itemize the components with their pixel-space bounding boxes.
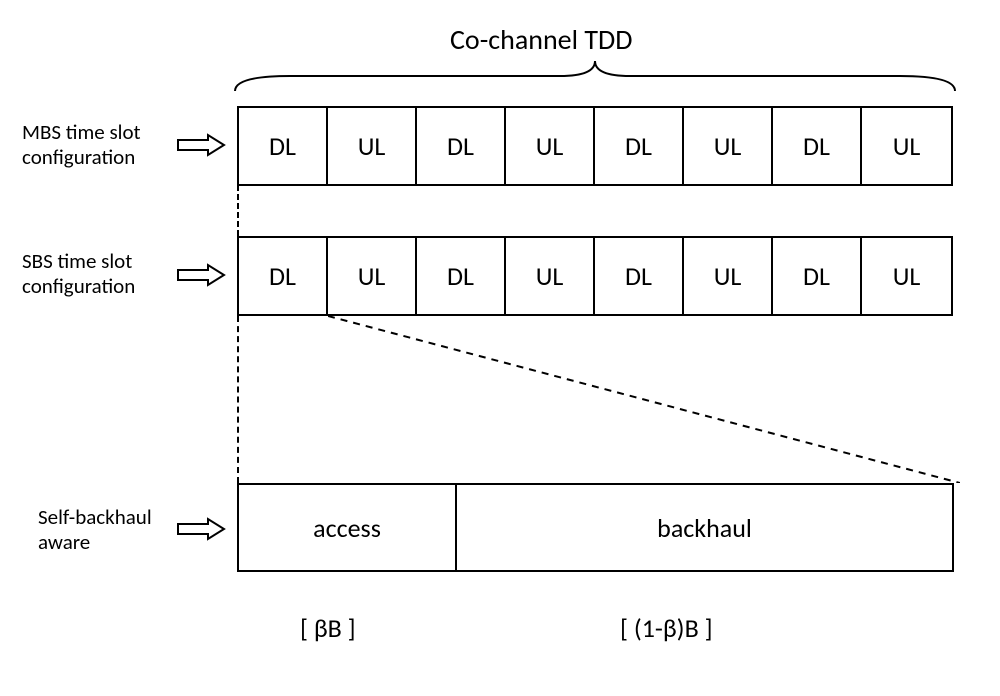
selfbackhaul-label: Self-backhaul aware bbox=[38, 505, 198, 555]
slot: UL bbox=[684, 238, 773, 314]
slot: DL bbox=[773, 238, 862, 314]
slot: UL bbox=[684, 108, 773, 184]
slot: UL bbox=[506, 108, 595, 184]
arrow-icon bbox=[176, 517, 226, 541]
slot: DL bbox=[417, 108, 506, 184]
brace-top bbox=[230, 58, 960, 93]
slot: UL bbox=[328, 108, 417, 184]
slot: DL bbox=[595, 108, 684, 184]
slot: UL bbox=[328, 238, 417, 314]
dashed-diagonal bbox=[328, 316, 960, 483]
slot: DL bbox=[417, 238, 506, 314]
slot: DL bbox=[773, 108, 862, 184]
slot: UL bbox=[862, 108, 951, 184]
slot: DL bbox=[595, 238, 684, 314]
access-cell: access bbox=[239, 485, 457, 570]
dashed-connector bbox=[237, 316, 239, 483]
formula-access: [ βB ] bbox=[300, 612, 356, 644]
slot: DL bbox=[239, 238, 328, 314]
formula-backhaul: [ (1-β)B ] bbox=[620, 612, 713, 644]
mbs-label: MBS time slot configuration bbox=[22, 120, 182, 170]
sbs-label: SBS time slot configuration bbox=[22, 249, 182, 299]
mbs-slot-row: DL UL DL UL DL UL DL UL bbox=[237, 106, 953, 186]
dashed-connector bbox=[237, 185, 239, 236]
slot: DL bbox=[239, 108, 328, 184]
arrow-icon bbox=[176, 263, 226, 287]
sbs-slot-row: DL UL DL UL DL UL DL UL bbox=[237, 236, 953, 316]
arrow-icon bbox=[176, 133, 226, 157]
selfbackhaul-row: access backhaul bbox=[237, 483, 954, 572]
slot: UL bbox=[506, 238, 595, 314]
slot: UL bbox=[862, 238, 951, 314]
backhaul-cell: backhaul bbox=[457, 485, 952, 570]
diagram-title: Co-channel TDD bbox=[450, 22, 632, 57]
